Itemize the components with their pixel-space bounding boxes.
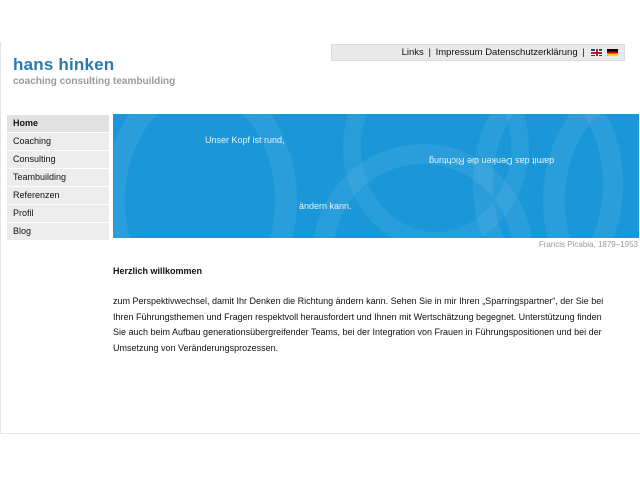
nav-item-blog[interactable]: Blog [7,223,109,240]
nav-item-referenzen[interactable]: Referenzen [7,187,109,204]
separator: | [582,47,585,58]
banner-decoration [543,114,639,238]
sidebar-navigation: Home Coaching Consulting Teambuilding Re… [7,115,109,241]
nav-item-consulting[interactable]: Consulting [7,151,109,168]
welcome-heading: Herzlich willkommen [113,266,203,276]
quote-banner: Unser Kopf ist rund, damit das Denken di… [113,114,639,238]
uk-flag-icon[interactable] [591,49,603,56]
quote-line-3: ändern kann. [299,201,352,211]
nav-item-teambuilding[interactable]: Teambuilding [7,169,109,186]
nav-item-home[interactable]: Home [7,115,109,132]
quote-line-2: damit das Denken die Richtung [429,156,555,166]
datenschutz-link[interactable]: Datenschutzerklärung [485,47,577,58]
banner-decoration [113,114,297,238]
main-content: Herzlich willkommen zum Perspektivwechse… [113,266,605,356]
separator: | [428,47,431,58]
quote-line-1: Unser Kopf ist rund, [205,135,285,145]
top-navigation: Links | Impressum Datenschutzerklärung | [331,44,625,61]
site-logo-subtitle: coaching consulting teambuilding [13,76,176,87]
links-link[interactable]: Links [402,47,424,58]
quote-caption: Francis Picabia, 1879–1953 [538,240,638,249]
german-flag-icon[interactable] [607,49,618,56]
site-logo-title[interactable]: hans hinken [13,55,114,75]
nav-item-profil[interactable]: Profil [7,205,109,222]
nav-item-coaching[interactable]: Coaching [7,133,109,150]
welcome-paragraph: zum Perspektivwechsel, damit Ihr Denken … [113,296,604,353]
impressum-link[interactable]: Impressum [436,47,483,58]
